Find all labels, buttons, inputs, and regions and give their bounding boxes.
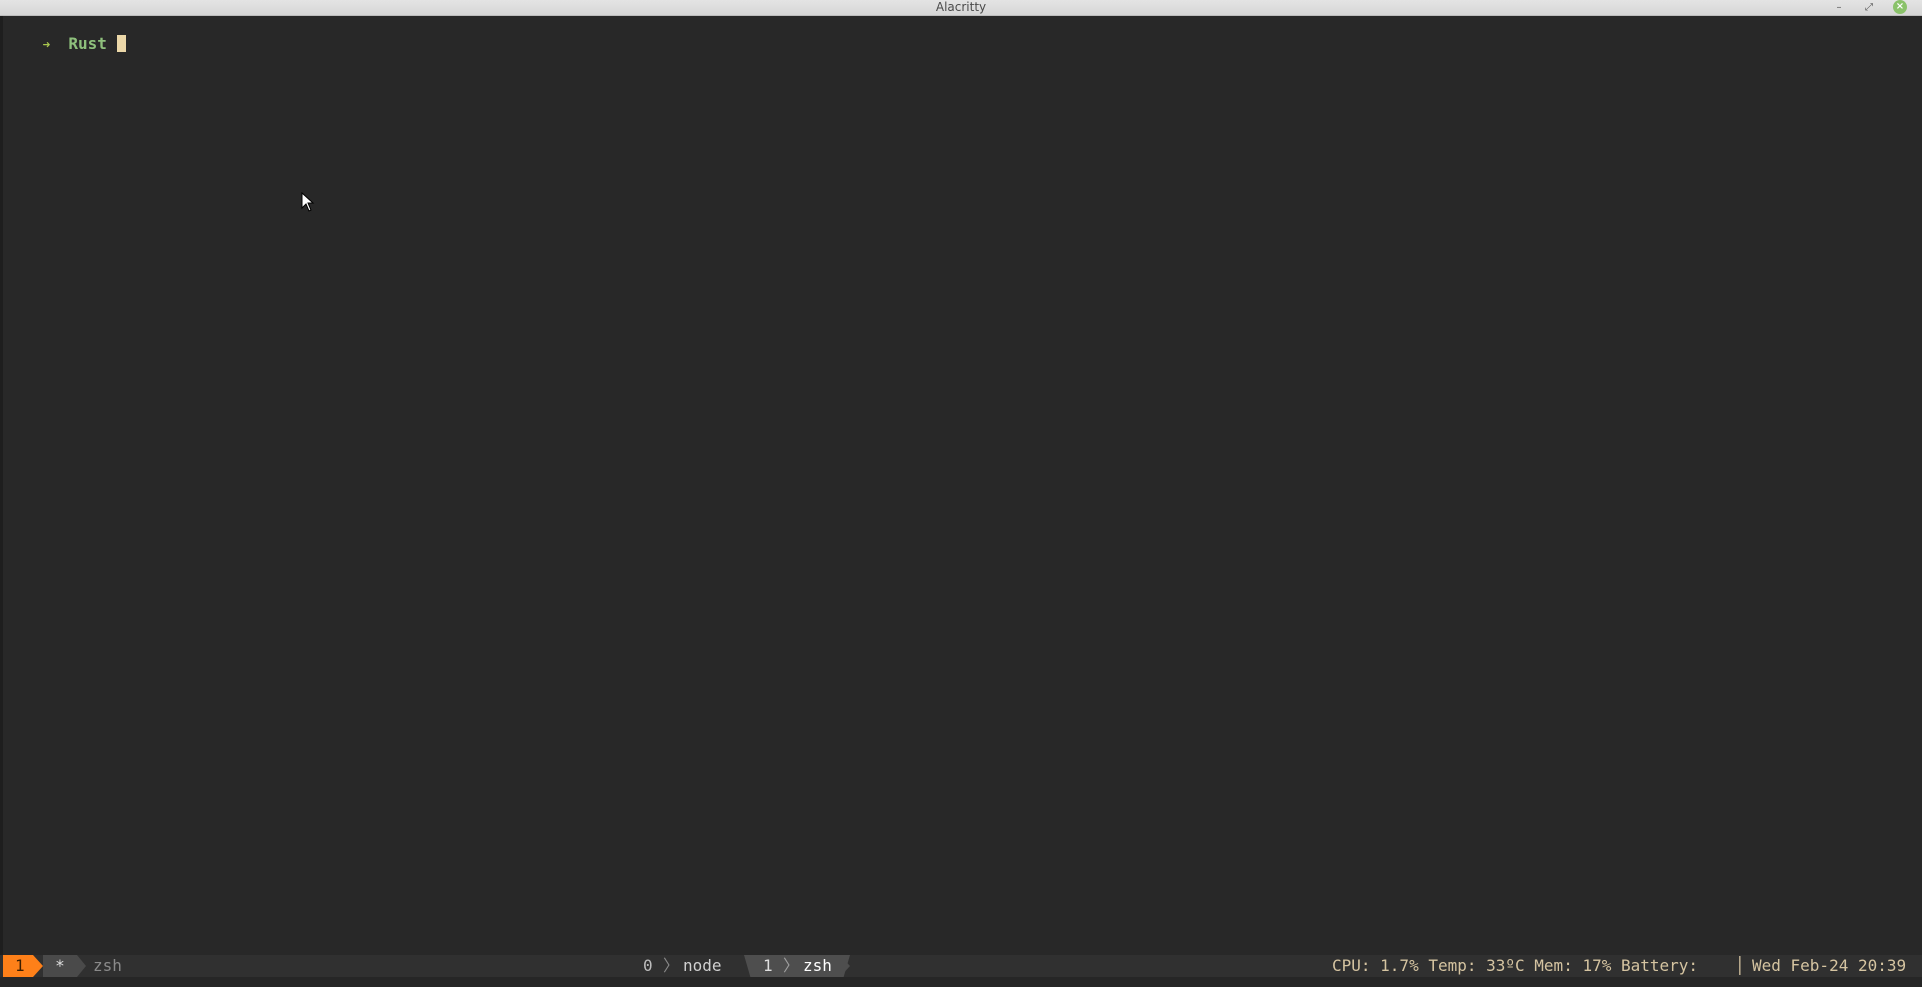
current-program: zsh — [93, 956, 122, 975]
session-index-badge[interactable]: 1 — [3, 955, 33, 977]
window-tab-0-index[interactable]: 0 — [643, 955, 653, 977]
close-icon[interactable]: × — [1893, 0, 1907, 14]
system-info: CPU: 1.7% Temp: 33ºC Mem: 17% Battery: — [1332, 956, 1699, 975]
terminal-area[interactable] — [0, 16, 1922, 955]
prompt-directory: Rust — [68, 34, 107, 53]
text-cursor — [116, 35, 126, 52]
alacritty-window: Alacritty – ⤢ × ➜ Rust 1 * zsh 0 〉 node 1… — [0, 0, 1922, 987]
chevron-right-icon: 〉 — [663, 956, 680, 975]
prompt-arrow-icon: ➜ — [42, 38, 51, 53]
minimize-icon[interactable]: – — [1832, 1, 1846, 14]
chevron-right-icon: 〉 — [783, 956, 800, 975]
powerline-arrow-icon — [77, 955, 86, 977]
title-bar[interactable]: Alacritty – ⤢ × — [0, 0, 1922, 16]
window-flag: * — [43, 955, 77, 977]
bottom-padding — [0, 977, 1922, 987]
tmux-status-bar: 1 * zsh 0 〉 node 1 〉 zsh CPU: 1.7% Temp:… — [0, 955, 1922, 977]
prompt-line[interactable]: ➜ Rust — [4, 17, 126, 73]
maximize-icon[interactable]: ⤢ — [1862, 1, 1876, 14]
powerline-arrow-icon — [33, 955, 43, 977]
window-tab-0-name[interactable]: node — [683, 955, 722, 977]
window-tab-1-name[interactable]: zsh — [803, 955, 832, 977]
status-divider: │ — [1735, 956, 1745, 975]
left-edge — [0, 16, 3, 955]
date-time: Wed Feb-24 20:39 — [1752, 956, 1907, 975]
powerline-arrow-icon — [840, 955, 850, 977]
window-title: Alacritty — [935, 0, 987, 14]
mouse-pointer-icon — [301, 192, 315, 212]
window-tab-1-index[interactable]: 1 — [763, 955, 773, 977]
